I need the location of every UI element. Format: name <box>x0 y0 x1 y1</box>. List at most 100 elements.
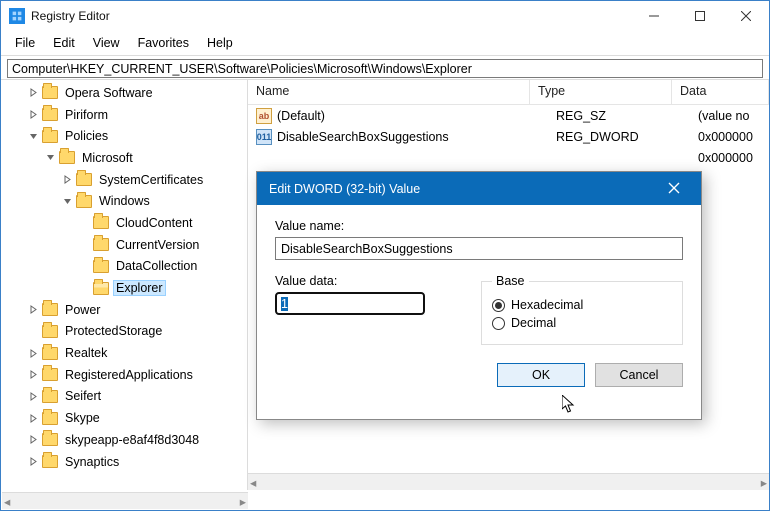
close-button[interactable] <box>723 1 769 31</box>
chevron-down-icon[interactable] <box>25 128 42 145</box>
list-row[interactable]: ab (Default)REG_SZ(value no <box>248 105 769 126</box>
chevron-right-icon[interactable] <box>25 301 42 318</box>
folder-icon <box>42 455 58 468</box>
tree-item-label: Realtek <box>63 346 109 360</box>
folder-icon <box>42 303 58 316</box>
cell-data: (value no <box>690 109 769 123</box>
tree-item[interactable]: Policies <box>1 125 247 147</box>
dialog-close-icon[interactable] <box>659 181 689 197</box>
tree-item[interactable]: Realtek <box>1 342 247 364</box>
titlebar: Registry Editor <box>1 1 769 31</box>
menu-view[interactable]: View <box>85 34 128 52</box>
tree-item[interactable]: skypeapp-e8af4f8d3048 <box>1 429 247 451</box>
tree-item[interactable]: Explorer <box>1 277 247 299</box>
chevron-right-icon[interactable] <box>25 453 42 470</box>
radio-dec[interactable]: Decimal <box>492 316 672 330</box>
tree-item[interactable]: SystemCertificates <box>1 169 247 191</box>
menu-help[interactable]: Help <box>199 34 241 52</box>
chevron-right-icon[interactable] <box>25 410 42 427</box>
tree-item-label: DataCollection <box>114 259 199 273</box>
tree-pane[interactable]: Opera Software Piriform Policies Microsoft S… <box>1 80 248 490</box>
chevron-right-icon[interactable] <box>25 366 42 383</box>
cell-name: DisableSearchBoxSuggestions <box>277 130 548 144</box>
tree-item-label: Policies <box>63 129 110 143</box>
radio-dot-icon <box>492 317 505 330</box>
folder-icon <box>42 86 58 99</box>
string-value-icon: ab <box>256 108 272 124</box>
radio-dot-icon <box>492 299 505 312</box>
tree-item[interactable]: Seifert <box>1 386 247 408</box>
list-header: Name Type Data <box>248 80 769 105</box>
col-data[interactable]: Data <box>672 80 769 104</box>
folder-icon <box>42 433 58 446</box>
spacer <box>76 280 93 297</box>
list-scroll-h[interactable]: ◂▸ <box>248 473 769 490</box>
tree-scroll-h[interactable]: ◂▸ <box>2 492 248 509</box>
cell-name: (Default) <box>277 109 548 123</box>
tree-item[interactable]: Power <box>1 299 247 321</box>
tree-item-label: CurrentVersion <box>114 238 201 252</box>
window-title: Registry Editor <box>31 9 631 23</box>
tree-item[interactable]: Piriform <box>1 104 247 126</box>
tree-item-label: Seifert <box>63 389 103 403</box>
tree-item[interactable]: CloudContent <box>1 212 247 234</box>
dialog-titlebar[interactable]: Edit DWORD (32-bit) Value <box>257 172 701 205</box>
minimize-button[interactable] <box>631 1 677 31</box>
chevron-right-icon[interactable] <box>25 106 42 123</box>
base-group: Base Hexadecimal Decimal <box>481 274 683 345</box>
list-row[interactable]: 011 DisableSearchBoxSuggestionsREG_DWORD0… <box>248 126 769 147</box>
value-data-input[interactable] <box>275 292 425 315</box>
col-name[interactable]: Name <box>248 80 530 104</box>
menu-edit[interactable]: Edit <box>45 34 83 52</box>
cell-type: REG_DWORD <box>548 130 690 144</box>
folder-icon <box>42 368 58 381</box>
tree-item[interactable]: ProtectedStorage <box>1 321 247 343</box>
chevron-down-icon[interactable] <box>59 193 76 210</box>
menu-file[interactable]: File <box>7 34 43 52</box>
chevron-down-icon[interactable] <box>42 149 59 166</box>
radio-hex[interactable]: Hexadecimal <box>492 298 672 312</box>
folder-icon <box>76 173 92 186</box>
cell-type: REG_SZ <box>548 109 690 123</box>
cancel-button[interactable]: Cancel <box>595 363 683 387</box>
menu-favorites[interactable]: Favorites <box>130 34 197 52</box>
chevron-right-icon[interactable] <box>59 171 76 188</box>
folder-icon <box>42 130 58 143</box>
address-input[interactable] <box>7 59 763 78</box>
tree-item-label: Synaptics <box>63 455 121 469</box>
tree-item[interactable]: CurrentVersion <box>1 234 247 256</box>
menubar: File Edit View Favorites Help <box>1 31 769 55</box>
cell-data: 0x000000 <box>690 130 769 144</box>
edit-dword-dialog: Edit DWORD (32-bit) Value Value name: Va… <box>256 171 702 420</box>
tree-item-label: Explorer <box>114 281 165 295</box>
maximize-button[interactable] <box>677 1 723 31</box>
folder-icon <box>42 325 58 338</box>
value-name-input[interactable] <box>275 237 683 260</box>
tree-item[interactable]: Windows <box>1 190 247 212</box>
regedit-icon <box>9 8 25 24</box>
folder-icon <box>76 195 92 208</box>
list-row[interactable]: 0x000000 <box>248 147 769 168</box>
tree-item[interactable]: DataCollection <box>1 256 247 278</box>
folder-icon <box>42 390 58 403</box>
dialog-title: Edit DWORD (32-bit) Value <box>269 182 659 196</box>
chevron-right-icon[interactable] <box>25 84 42 101</box>
ok-button[interactable]: OK <box>497 363 585 387</box>
tree-item[interactable]: Synaptics <box>1 451 247 473</box>
folder-icon <box>42 347 58 360</box>
tree-item[interactable]: RegisteredApplications <box>1 364 247 386</box>
folder-icon <box>93 260 109 273</box>
dword-value-icon: 011 <box>256 129 272 145</box>
chevron-right-icon[interactable] <box>25 388 42 405</box>
tree-item[interactable]: Skype <box>1 407 247 429</box>
folder-icon <box>42 108 58 121</box>
chevron-right-icon[interactable] <box>25 431 42 448</box>
tree-item[interactable]: Opera Software <box>1 82 247 104</box>
tree-item[interactable]: Microsoft <box>1 147 247 169</box>
tree-item-label: ProtectedStorage <box>63 324 164 338</box>
tree-item-label: Piriform <box>63 108 110 122</box>
tree-item-label: Microsoft <box>80 151 135 165</box>
spacer <box>25 323 42 340</box>
chevron-right-icon[interactable] <box>25 345 42 362</box>
col-type[interactable]: Type <box>530 80 672 104</box>
